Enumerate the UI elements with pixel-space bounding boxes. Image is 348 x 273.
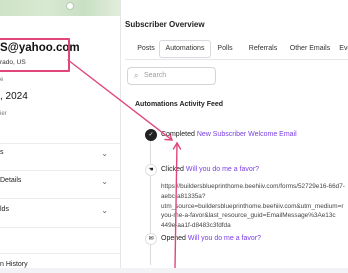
tab-posts[interactable]: Posts bbox=[132, 40, 160, 58]
url-line: 449e-aa1f-d8483c3fdfda bbox=[161, 222, 231, 230]
map-pin-icon bbox=[66, 2, 74, 10]
section-toggle[interactable]: s ⌄ bbox=[0, 149, 112, 161]
search-placeholder: Search bbox=[144, 72, 167, 79]
chevron-down-icon: ⌄ bbox=[101, 149, 108, 158]
feed-title: Automations Activity Feed bbox=[135, 101, 224, 108]
divider bbox=[0, 143, 120, 144]
chevron-down-icon: ⌄ bbox=[101, 177, 108, 186]
activity-item: Completed New Subscriber Welcome Email bbox=[161, 131, 297, 138]
section-toggle-details[interactable]: Details ⌄ bbox=[0, 177, 112, 189]
subscribed-date: , 2024 bbox=[0, 91, 28, 102]
cursor-click-icon: ☚ bbox=[145, 164, 157, 176]
clicked-url: https://buildersblueprinthome.beehiiv.co… bbox=[161, 182, 345, 231]
chevron-down-icon: ⌄ bbox=[101, 206, 108, 215]
tab-referrals[interactable]: Referrals bbox=[246, 40, 280, 58]
overview-tabs: Posts Automations Polls Referrals Other … bbox=[125, 40, 348, 58]
check-circle-icon: ✓ bbox=[145, 129, 157, 141]
tabs-divider bbox=[125, 59, 348, 60]
annotation-highlight-box bbox=[0, 38, 70, 72]
section-label: Details bbox=[0, 177, 22, 184]
page-title: Subscriber Overview bbox=[125, 20, 205, 29]
search-input[interactable]: ⌕ Search bbox=[127, 67, 216, 85]
divider bbox=[0, 198, 120, 199]
automation-link[interactable]: New Subscriber Welcome Email bbox=[197, 131, 297, 138]
url-line: aebc-a81335a? bbox=[161, 192, 206, 200]
field-label: e bbox=[0, 77, 4, 83]
search-icon: ⌕ bbox=[134, 71, 139, 80]
activity-item: Clicked Will you do me a favor? bbox=[161, 166, 259, 173]
divider bbox=[0, 253, 120, 254]
section-label: s bbox=[0, 149, 4, 156]
tab-events[interactable]: Events bbox=[336, 40, 348, 58]
section-toggle-history[interactable]: n History bbox=[0, 261, 112, 273]
section-label: n History bbox=[0, 261, 28, 268]
subscriber-overview-panel: Subscriber Overview Posts Automations Po… bbox=[121, 0, 348, 268]
url-line: https://buildersblueprinthome.beehiiv.co… bbox=[161, 183, 345, 190]
email-link[interactable]: Will you do me a favor? bbox=[188, 235, 261, 242]
divider bbox=[0, 170, 120, 171]
divider bbox=[0, 227, 120, 228]
location-map bbox=[0, 0, 120, 16]
email-link[interactable]: Will you do me a favor? bbox=[186, 166, 259, 173]
activity-item: Opened Will you do me a favor? bbox=[161, 235, 261, 242]
envelope-open-icon: ✉ bbox=[145, 233, 157, 245]
timeline-line bbox=[150, 135, 151, 265]
url-line: utm_source=buildersblueprinthome.beehiiv… bbox=[161, 202, 344, 210]
activity-action: Opened bbox=[161, 235, 186, 242]
activity-action: Clicked bbox=[161, 166, 184, 173]
url-line: you-me-a-favor&last_resource_guid=EmailM… bbox=[161, 212, 336, 220]
field-label: ier bbox=[0, 111, 7, 117]
tab-other-emails[interactable]: Other Emails bbox=[288, 40, 332, 58]
activity-action: Completed bbox=[161, 131, 195, 138]
section-toggle-fields[interactable]: lds ⌄ bbox=[0, 206, 112, 218]
section-label: lds bbox=[0, 206, 9, 213]
tab-automations[interactable]: Automations bbox=[159, 40, 211, 58]
tab-polls[interactable]: Polls bbox=[215, 40, 235, 58]
